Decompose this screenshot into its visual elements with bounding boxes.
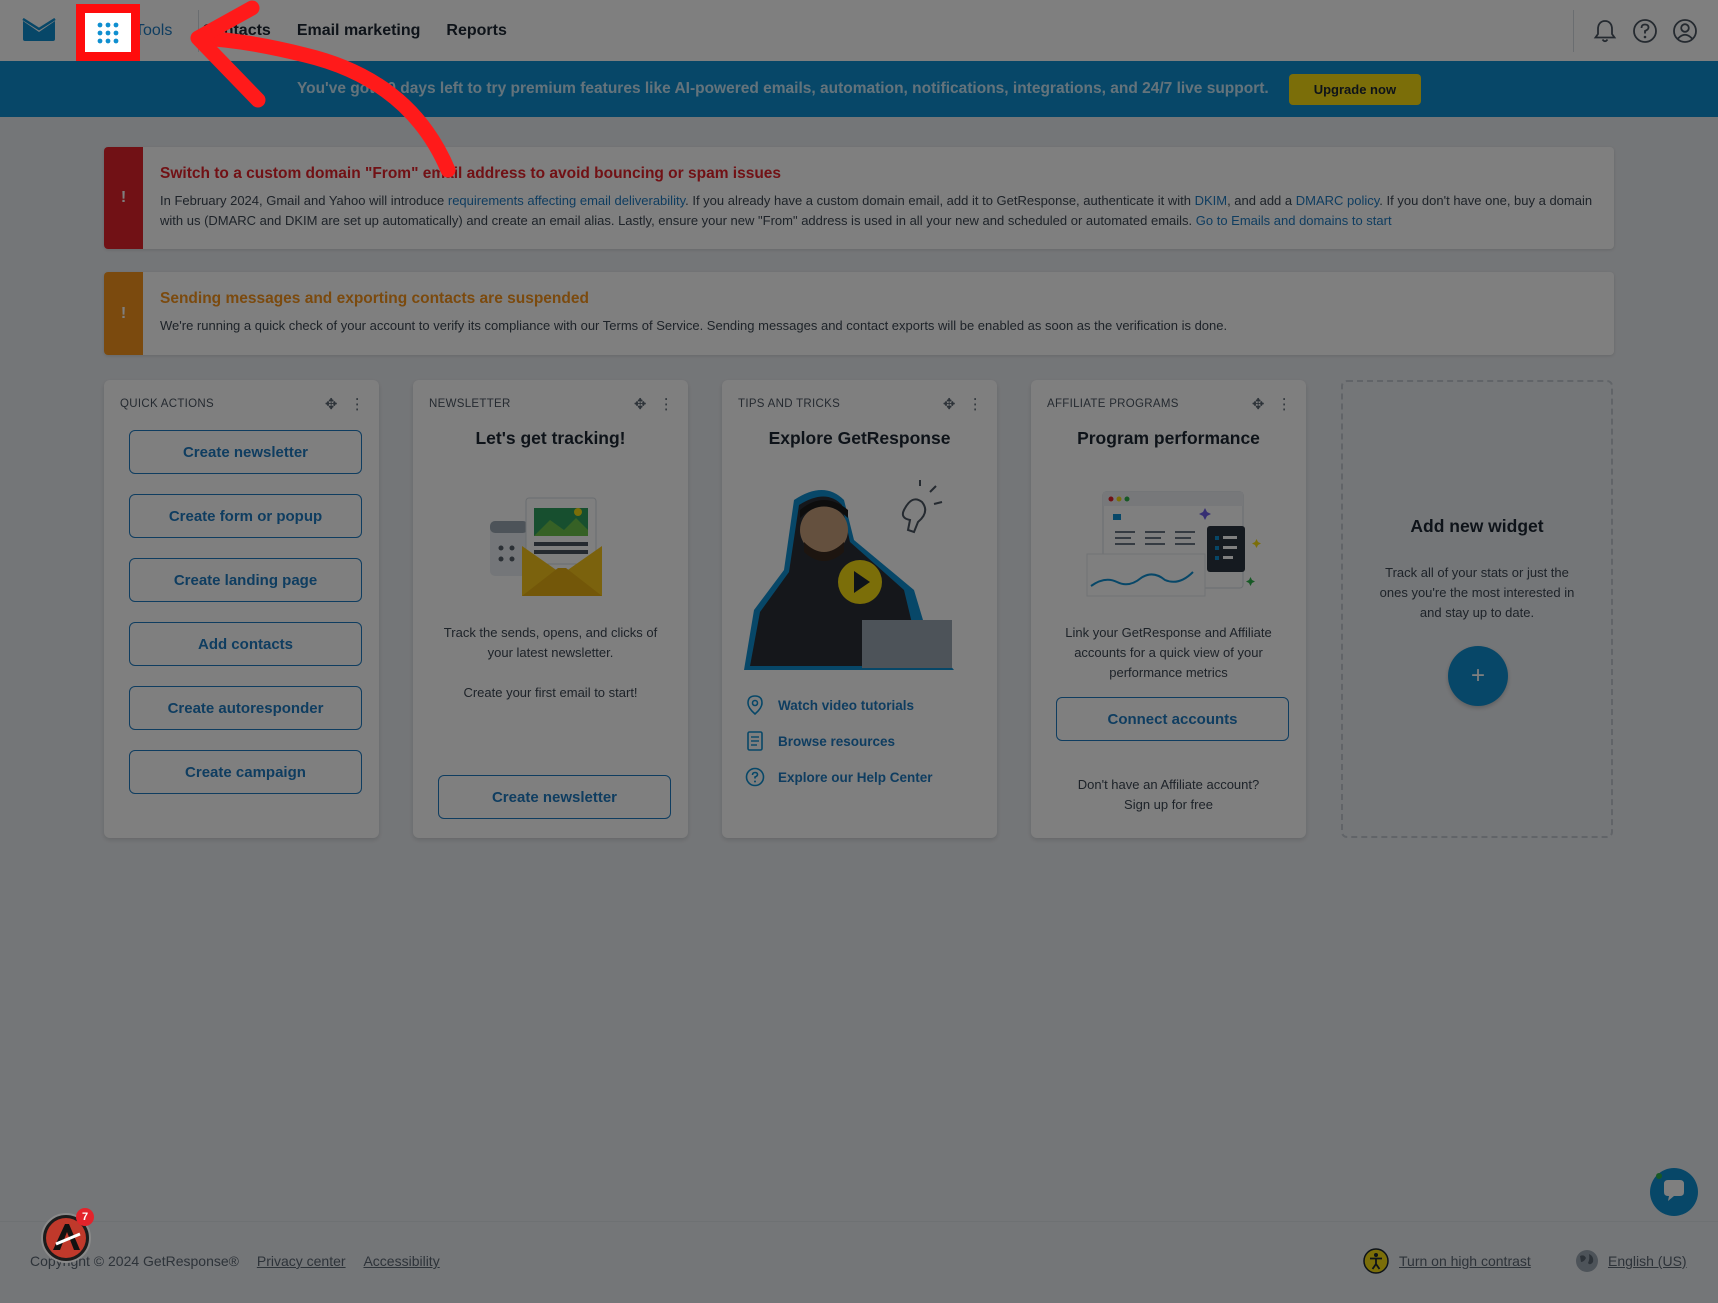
tips-and-tricks-widget: TIPS AND TRICKS ✥ ⋮ Explore GetResponse …	[722, 380, 997, 838]
accessibility-icon	[1363, 1248, 1389, 1274]
alert-text: In February 2024, Gmail and Yahoo will i…	[160, 191, 1594, 231]
widget-header: TIPS AND TRICKS ✥ ⋮	[738, 394, 983, 414]
sign-up-for-free-link[interactable]: Sign up for free	[1049, 795, 1288, 815]
affiliate-programs-widget: AFFILIATE PROGRAMS ✥ ⋮ Program performan…	[1031, 380, 1306, 838]
create-newsletter-button[interactable]: Create newsletter	[438, 775, 671, 819]
widget-title: Program performance	[1077, 428, 1260, 448]
nav-contacts[interactable]: Contacts	[202, 22, 270, 40]
footer-divider	[0, 1221, 1718, 1222]
create-autoresponder-button[interactable]: Create autoresponder	[129, 686, 362, 730]
widget-label: NEWSLETTER	[429, 398, 511, 410]
alert-exclamation-icon: !	[104, 272, 143, 355]
more-options-icon[interactable]: ⋮	[659, 395, 674, 413]
document-icon	[744, 731, 766, 751]
accessibility-link[interactable]: Accessibility	[363, 1253, 439, 1269]
dkim-link[interactable]: DKIM	[1195, 193, 1228, 208]
alert-text: We're running a quick check of your acco…	[160, 318, 1228, 333]
nav-tools[interactable]: Tools	[135, 22, 172, 40]
newsletter-widget: NEWSLETTER ✥ ⋮ Let's get tracking! Track…	[413, 380, 688, 838]
nav-divider	[198, 10, 199, 52]
move-icon[interactable]: ✥	[943, 395, 956, 413]
affiliate-footer-text: Don't have an Affiliate account?	[1077, 777, 1260, 792]
high-contrast-label: Turn on high contrast	[1399, 1253, 1531, 1269]
privacy-center-link[interactable]: Privacy center	[257, 1253, 346, 1269]
widget-label: QUICK ACTIONS	[120, 398, 214, 410]
alert-text-part: In February 2024, Gmail and Yahoo will i…	[160, 193, 448, 208]
more-options-icon[interactable]: ⋮	[350, 395, 365, 413]
alert-text-part: . If you already have a custom domain em…	[685, 193, 1195, 208]
add-widget-plus-button[interactable]: +	[1448, 646, 1508, 706]
trial-banner-text: You've got 30 days left to try premium f…	[296, 80, 1269, 97]
custom-domain-alert: ! Switch to a custom domain "From" email…	[104, 147, 1614, 249]
widget-title: Let's get tracking!	[475, 428, 626, 448]
widget-header: AFFILIATE PROGRAMS ✥ ⋮	[1047, 394, 1292, 414]
video-tutorial-illustration[interactable]	[744, 480, 974, 672]
widget-header: QUICK ACTIONS ✥ ⋮	[120, 394, 365, 414]
performance-dashboard-illustration	[1086, 491, 1261, 597]
widget-text: Link your GetResponse and Affiliate acco…	[1065, 625, 1272, 680]
more-options-icon[interactable]: ⋮	[1277, 395, 1292, 413]
create-campaign-button[interactable]: Create campaign	[129, 750, 362, 794]
explore-help-center-link[interactable]: Explore our Help Center	[744, 767, 933, 787]
nav-divider-right	[1573, 10, 1574, 52]
high-contrast-toggle[interactable]: Turn on high contrast	[1363, 1248, 1531, 1274]
getresponse-logo-icon[interactable]	[22, 18, 56, 42]
globe-icon	[1576, 1250, 1598, 1272]
add-contacts-button[interactable]: Add contacts	[129, 622, 362, 666]
nav-reports[interactable]: Reports	[446, 22, 506, 40]
create-newsletter-button[interactable]: Create newsletter	[129, 430, 362, 474]
location-pin-icon	[744, 695, 766, 715]
alert-title: Switch to a custom domain "From" email a…	[160, 165, 782, 182]
browse-resources-link[interactable]: Browse resources	[744, 731, 895, 751]
move-icon[interactable]: ✥	[1252, 395, 1265, 413]
trial-banner: You've got 30 days left to try premium f…	[0, 61, 1718, 117]
widget-header: NEWSLETTER ✥ ⋮	[429, 394, 674, 414]
help-icon	[744, 767, 766, 787]
apps-grid-button[interactable]	[76, 4, 140, 61]
connect-accounts-button[interactable]: Connect accounts	[1056, 697, 1289, 741]
main-menu: Tools Contacts Email marketing Reports	[135, 0, 533, 61]
alert-title: Sending messages and exporting contacts …	[160, 290, 589, 307]
user-account-icon[interactable]	[1672, 18, 1698, 44]
widget-title: Explore GetResponse	[768, 428, 951, 448]
add-widget-text: Track all of your stats or just the ones…	[1379, 565, 1575, 620]
resource-link-label: Browse resources	[778, 733, 896, 749]
create-landing-page-button[interactable]: Create landing page	[129, 558, 362, 602]
suspended-alert: ! Sending messages and exporting contact…	[104, 272, 1614, 355]
apps-grid-icon	[97, 22, 119, 43]
alert-body: Sending messages and exporting contacts …	[160, 290, 1594, 336]
chat-bubble-icon	[1656, 1173, 1684, 1201]
upgrade-now-button[interactable]: Upgrade now	[1288, 73, 1422, 105]
move-icon[interactable]: ✥	[634, 395, 647, 413]
add-new-widget-card[interactable]: Add new widget Track all of your stats o…	[1341, 380, 1613, 838]
bell-icon[interactable]	[1592, 18, 1618, 44]
alert-body: Switch to a custom domain "From" email a…	[160, 165, 1594, 231]
move-icon[interactable]: ✥	[325, 395, 338, 413]
widget-label: AFFILIATE PROGRAMS	[1047, 398, 1179, 410]
dmarc-policy-link[interactable]: DMARC policy	[1296, 193, 1380, 208]
widget-text: Create your first email to start!	[463, 685, 638, 700]
language-label: English (US)	[1608, 1253, 1687, 1269]
newsletter-illustration	[490, 497, 602, 596]
widget-text: Track the sends, opens, and clicks of yo…	[443, 625, 658, 660]
add-widget-title: Add new widget	[1410, 516, 1544, 536]
live-chat-button[interactable]	[1650, 1168, 1698, 1216]
watch-video-tutorials-link[interactable]: Watch video tutorials	[744, 695, 914, 715]
resource-link-label: Watch video tutorials	[778, 697, 915, 713]
alert-text-part: , and add a	[1227, 193, 1296, 208]
top-navigation: Tools Contacts Email marketing Reports	[0, 0, 1718, 62]
widget-label: TIPS AND TRICKS	[738, 398, 841, 410]
deliverability-requirements-link[interactable]: requirements affecting email deliverabil…	[448, 193, 685, 208]
notification-count-badge: 7	[76, 1208, 94, 1226]
notification-badge-avatar[interactable]: 7	[38, 1208, 94, 1264]
alert-exclamation-icon: !	[104, 147, 143, 249]
nav-email-marketing[interactable]: Email marketing	[297, 22, 421, 40]
create-form-or-popup-button[interactable]: Create form or popup	[129, 494, 362, 538]
help-icon[interactable]	[1632, 18, 1658, 44]
resource-link-label: Explore our Help Center	[778, 769, 933, 785]
quick-actions-widget: QUICK ACTIONS ✥ ⋮ Create newsletter Crea…	[104, 380, 379, 838]
language-selector[interactable]: English (US)	[1574, 1248, 1687, 1274]
more-options-icon[interactable]: ⋮	[968, 395, 983, 413]
emails-and-domains-link[interactable]: Go to Emails and domains to start	[1196, 213, 1392, 228]
